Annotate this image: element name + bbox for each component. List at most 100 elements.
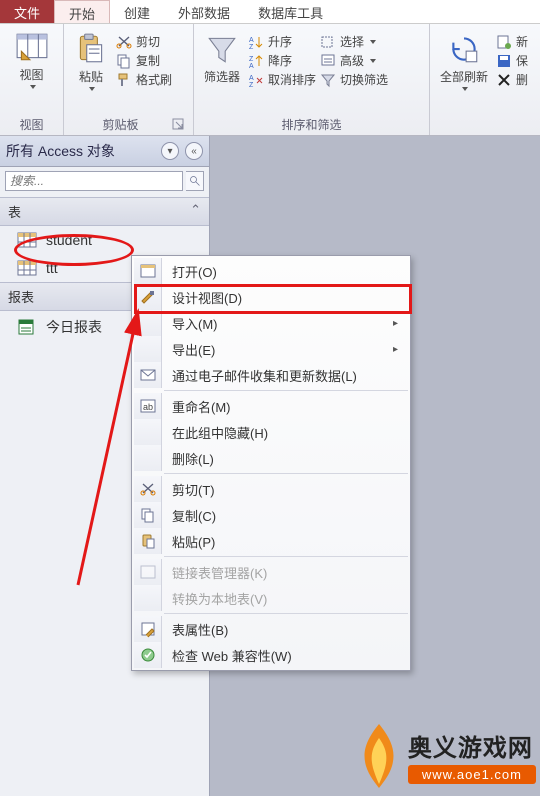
nav-section-tables[interactable]: 表⌃: [0, 197, 209, 226]
tab-db-tools[interactable]: 数据库工具: [244, 0, 337, 23]
search-button[interactable]: [186, 171, 204, 191]
submenu-arrow-icon: ▸: [393, 344, 408, 355]
table-icon: [18, 261, 36, 275]
selection-button[interactable]: 选择: [320, 32, 388, 51]
ctx-open-label: 打开(O): [162, 262, 408, 281]
delete-record-label: 删: [516, 71, 528, 88]
ctx-import[interactable]: 导入(M) ▸: [134, 310, 408, 336]
toggle-filter-icon: [320, 72, 336, 88]
refresh-all-button[interactable]: 全部刷新: [436, 28, 492, 93]
new-icon: [496, 34, 512, 50]
advanced-button[interactable]: 高级: [320, 51, 388, 70]
dropdown-caret-icon: [89, 87, 95, 91]
ctx-cut-label: 剪切(T): [162, 480, 408, 499]
ctx-rename[interactable]: ab 重命名(M): [134, 393, 408, 419]
new-record-button[interactable]: 新: [496, 32, 528, 51]
delete-icon: [496, 72, 512, 88]
ctx-export[interactable]: 导出(E) ▸: [134, 336, 408, 362]
separator: [164, 556, 408, 557]
group-label-view: 视图: [6, 114, 57, 133]
save-record-button[interactable]: 保: [496, 51, 528, 70]
toggle-filter-label: 切换筛选: [340, 71, 388, 88]
svg-text:Z: Z: [249, 82, 254, 89]
ctx-convert-local-label: 转换为本地表(V): [162, 589, 408, 608]
ctx-check-web-compat[interactable]: 检查 Web 兼容性(W): [134, 642, 408, 668]
cut-button[interactable]: 剪切: [116, 32, 172, 51]
check-web-icon: [140, 647, 156, 663]
ctx-collect-email[interactable]: 通过电子邮件收集和更新数据(L): [134, 362, 408, 388]
context-menu: 打开(O) 设计视图(D) 导入(M) ▸ 导出(E) ▸ 通过电子邮件收集和更…: [131, 255, 411, 671]
ctx-export-label: 导出(E): [162, 340, 393, 359]
ctx-hide-in-group[interactable]: 在此组中隐藏(H): [134, 419, 408, 445]
ctx-copy[interactable]: 复制(C): [134, 502, 408, 528]
sort-desc-button[interactable]: ZA 降序: [248, 51, 316, 70]
svg-text:A: A: [249, 75, 254, 82]
properties-icon: [140, 621, 156, 637]
ctx-linked-table-manager: 链接表管理器(K): [134, 559, 408, 585]
ctx-check-web-label: 检查 Web 兼容性(W): [162, 646, 408, 665]
ctx-import-label: 导入(M): [162, 314, 393, 333]
save-record-label: 保: [516, 52, 528, 69]
tab-external-data[interactable]: 外部数据: [164, 0, 244, 23]
ctx-paste-label: 粘贴(P): [162, 532, 408, 551]
ctx-cut[interactable]: 剪切(T): [134, 476, 408, 502]
datasheet-view-icon: [15, 30, 49, 64]
table-icon: [18, 233, 36, 247]
scissors-icon: [116, 34, 132, 50]
tab-file[interactable]: 文件: [0, 0, 54, 23]
dialog-launcher-icon[interactable]: [171, 117, 187, 133]
refresh-icon: [447, 32, 481, 66]
selection-label: 选择: [340, 33, 364, 50]
format-painter-button[interactable]: 格式刷: [116, 70, 172, 89]
nav-title: 所有 Access 对象: [6, 141, 115, 161]
sort-desc-label: 降序: [268, 52, 292, 69]
copy-button[interactable]: 复制: [116, 51, 172, 70]
ctx-design-view[interactable]: 设计视图(D): [134, 284, 408, 310]
submenu-arrow-icon: ▸: [393, 318, 408, 329]
filter-button-label: 筛选器: [204, 68, 240, 85]
sort-desc-icon: ZA: [248, 53, 264, 69]
ctx-open[interactable]: 打开(O): [134, 258, 408, 284]
separator: [164, 390, 408, 391]
ctx-table-properties[interactable]: 表属性(B): [134, 616, 408, 642]
nav-report-today-label: 今日报表: [46, 317, 102, 337]
nav-table-student[interactable]: student: [0, 226, 209, 254]
toggle-filter-button[interactable]: 切换筛选: [320, 70, 388, 89]
filter-button[interactable]: 筛选器: [200, 28, 244, 87]
ctx-paste[interactable]: 粘贴(P): [134, 528, 408, 554]
ctx-convert-local: 转换为本地表(V): [134, 585, 408, 611]
svg-text:A: A: [249, 37, 254, 44]
separator: [164, 473, 408, 474]
delete-record-button[interactable]: 删: [496, 70, 528, 89]
sort-asc-icon: AZ: [248, 34, 264, 50]
nav-section-tables-label: 表: [8, 202, 21, 221]
ctx-table-props-label: 表属性(B): [162, 620, 408, 639]
ctx-delete[interactable]: 删除(L): [134, 445, 408, 471]
view-button[interactable]: 视图: [6, 28, 57, 91]
scissors-icon: [140, 481, 156, 497]
clear-sort-button[interactable]: AZ 取消排序: [248, 70, 316, 89]
sort-asc-button[interactable]: AZ 升序: [248, 32, 316, 51]
nav-dropdown-button[interactable]: ▾: [161, 142, 179, 160]
format-painter-label: 格式刷: [136, 71, 172, 88]
nav-collapse-button[interactable]: «: [185, 142, 203, 160]
group-label-records: [436, 117, 534, 133]
tab-home[interactable]: 开始: [54, 0, 110, 23]
brush-icon: [116, 72, 132, 88]
dropdown-caret-icon: [462, 87, 468, 91]
ribbon-tabs: 文件 开始 创建 外部数据 数据库工具: [0, 0, 540, 24]
ctx-delete-label: 删除(L): [162, 449, 408, 468]
paste-button[interactable]: 粘贴: [70, 28, 112, 93]
dropdown-caret-icon: [370, 59, 376, 63]
tab-create[interactable]: 创建: [110, 0, 164, 23]
nav-header[interactable]: 所有 Access 对象 ▾ «: [0, 136, 209, 167]
ctx-hide-label: 在此组中隐藏(H): [162, 423, 408, 442]
search-input[interactable]: [5, 171, 183, 191]
watermark: 奥义游戏网 www.aoe1.com: [356, 722, 536, 790]
separator: [164, 613, 408, 614]
svg-text:Z: Z: [249, 56, 254, 63]
group-label-sortfilter: 排序和筛选: [200, 114, 423, 133]
svg-text:Z: Z: [249, 44, 254, 51]
nav-table-ttt-label: ttt: [46, 260, 58, 276]
dropdown-caret-icon: [370, 40, 376, 44]
